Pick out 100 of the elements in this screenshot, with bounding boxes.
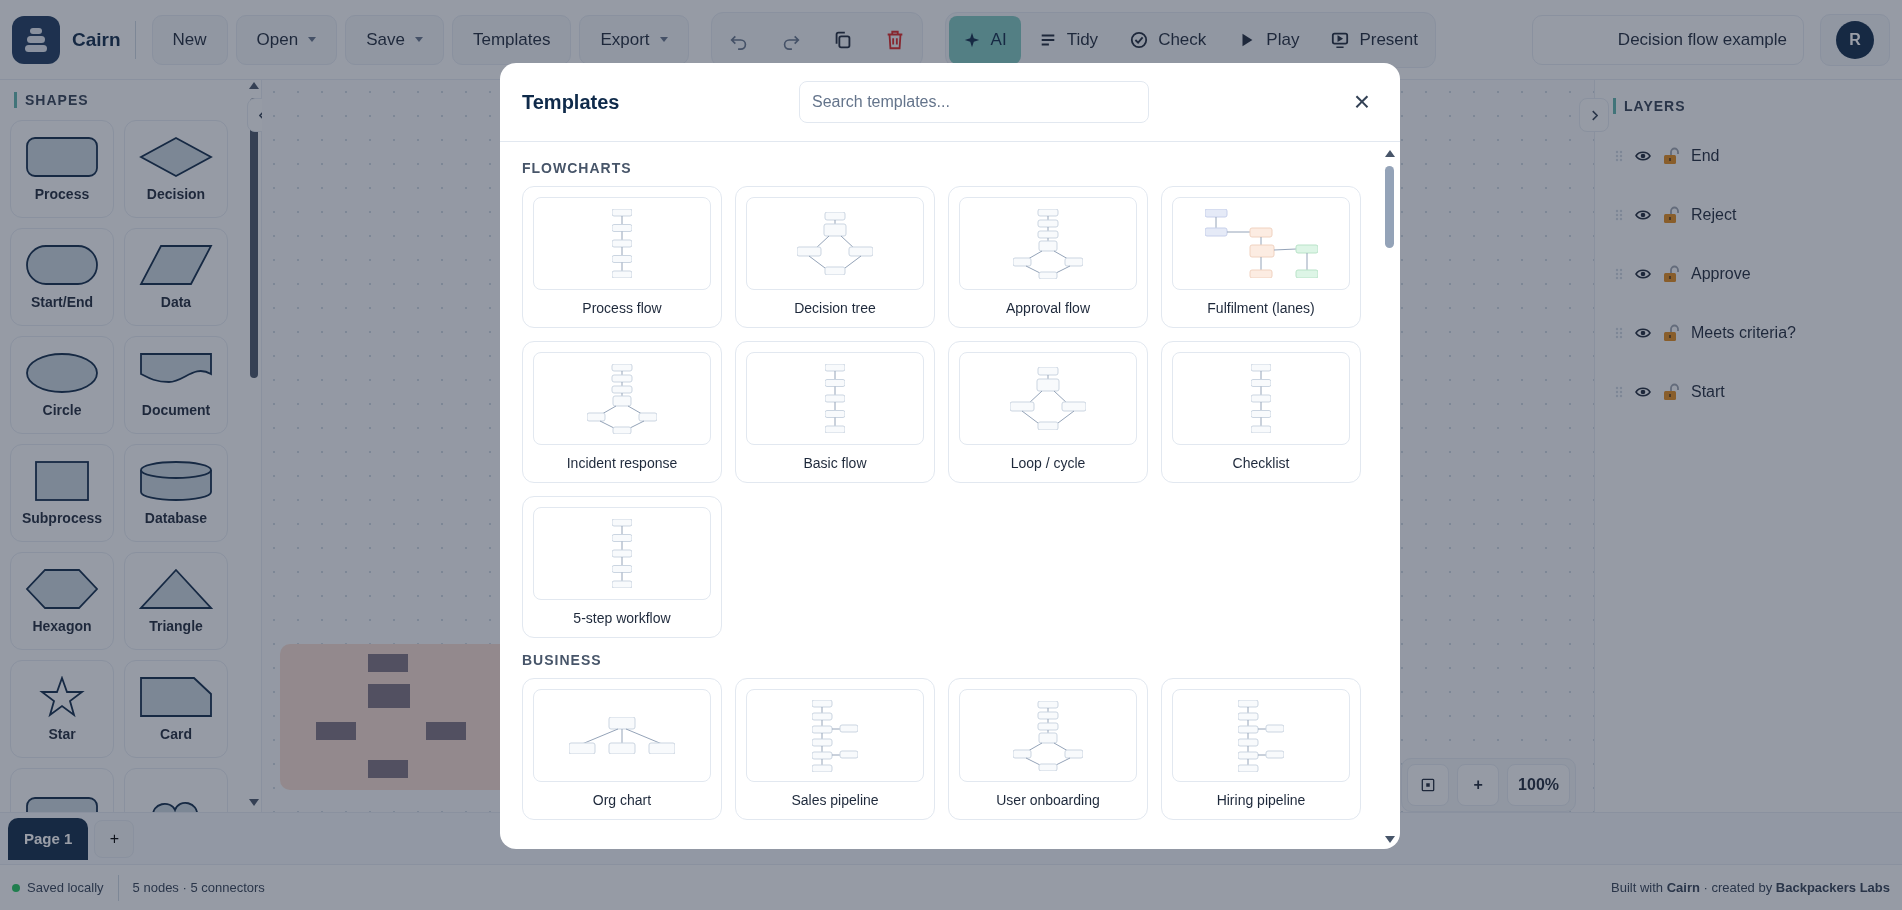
scroll-down-icon[interactable] — [249, 799, 259, 806]
minimap-node — [316, 722, 356, 740]
template-card[interactable]: Basic flow — [735, 341, 935, 483]
avatar: R — [1836, 20, 1874, 59]
section-heading: FLOWCHARTS — [522, 160, 633, 176]
template-card[interactable]: Checklist — [1161, 341, 1361, 483]
layer-name[interactable]: Reject — [1691, 205, 1737, 224]
search-field[interactable]: Search templates... — [799, 81, 1149, 123]
template-card[interactable]: Incident response — [522, 341, 722, 483]
scroll-down-icon[interactable] — [1385, 836, 1395, 843]
process-shape-icon — [25, 136, 99, 178]
layer-name[interactable]: Start — [1691, 382, 1725, 401]
template-card[interactable]: Process flow — [522, 186, 722, 328]
eye-icon[interactable] — [1635, 267, 1651, 280]
flowchart-preview-drawing — [1013, 208, 1083, 279]
avatar-button[interactable]: R — [1820, 13, 1890, 66]
shape-tile[interactable]: Triangle — [124, 552, 228, 650]
minimap-node — [368, 760, 408, 778]
minimap-node — [368, 684, 410, 708]
drag-handle-icon[interactable] — [1615, 326, 1623, 339]
shape-tile[interactable]: Start/End — [10, 228, 114, 326]
toolbar-button[interactable]: Open — [235, 14, 338, 65]
page-tab[interactable]: Page 1 — [8, 817, 89, 860]
toolbar-tab[interactable]: Present — [1317, 15, 1432, 64]
shape-tile[interactable]: Document — [124, 336, 228, 434]
template-card[interactable]: Decision tree — [735, 186, 935, 328]
eye-icon[interactable] — [1635, 385, 1651, 398]
circle-shape-icon — [25, 352, 99, 394]
scroll-up-icon[interactable] — [249, 82, 259, 89]
shape-tile[interactable]: Card — [124, 660, 228, 758]
drag-handle-icon[interactable] — [1615, 267, 1623, 280]
layer-name[interactable]: Approve — [1691, 264, 1751, 283]
document-title-field[interactable]: Decision flow example — [1532, 14, 1804, 65]
shape-tile[interactable]: Star — [10, 660, 114, 758]
panel-title: SHAPES — [14, 92, 237, 108]
drag-handle-icon[interactable] — [1615, 208, 1623, 221]
shape-tile[interactable]: Data — [124, 228, 228, 326]
flowchart-preview-drawing — [587, 363, 657, 434]
template-card[interactable]: 5-step workflow — [522, 496, 722, 638]
panel-title: LAYERS — [1613, 98, 1888, 114]
template-card[interactable]: Fulfilment (lanes) — [1161, 186, 1361, 328]
template-card[interactable]: Org chart — [522, 678, 722, 820]
zoom-in-button[interactable]: + — [1457, 764, 1500, 806]
eye-icon[interactable] — [1635, 149, 1651, 162]
layer-name[interactable]: Meets criteria? — [1691, 323, 1796, 342]
unlocked-lock-icon[interactable] — [1663, 146, 1679, 165]
template-card[interactable]: Sales pipeline — [735, 678, 935, 820]
template-card[interactable]: Loop / cycle — [948, 341, 1148, 483]
check-circle-icon — [1130, 30, 1149, 49]
template-card[interactable]: Approval flow — [948, 186, 1148, 328]
toolbar-button[interactable]: New — [151, 14, 228, 65]
caret-icon — [308, 37, 317, 42]
unlocked-lock-icon[interactable] — [1663, 264, 1679, 283]
unlocked-lock-icon[interactable] — [1663, 323, 1679, 342]
flowchart-preview-drawing — [1251, 364, 1271, 433]
save-status: Saved locally — [27, 880, 104, 895]
drag-handle-icon[interactable] — [1615, 149, 1623, 162]
layer-name[interactable]: End — [1691, 146, 1720, 165]
unlocked-lock-icon[interactable] — [1663, 205, 1679, 224]
flowchart-preview-drawing — [825, 364, 845, 433]
toolbar-button[interactable]: Export — [579, 14, 689, 65]
toolbar-tab[interactable]: Check — [1116, 15, 1221, 64]
unlocked-lock-icon[interactable] — [1663, 382, 1679, 401]
shape-tile[interactable]: Circle — [10, 336, 114, 434]
data-shape-icon — [139, 244, 213, 286]
node-count: 5 nodes · 5 connectors — [132, 880, 265, 895]
toolbar-button[interactable]: Save — [345, 14, 444, 65]
caret-icon — [659, 37, 668, 42]
card-shape-icon — [139, 676, 213, 718]
toolbar-tab[interactable]: Play — [1224, 15, 1314, 64]
template-card[interactable]: User onboarding — [948, 678, 1148, 820]
shape-tile[interactable]: Subprocess — [10, 444, 114, 542]
shape-tile[interactable]: Decision — [124, 120, 228, 218]
template-card[interactable]: Hiring pipeline — [1161, 678, 1361, 820]
close-button[interactable]: × — [1346, 86, 1378, 118]
zoom-level[interactable]: 100% — [1507, 764, 1570, 806]
flowchart-preview-drawing — [612, 519, 632, 588]
fit-button[interactable] — [1407, 764, 1450, 806]
caret-icon — [414, 37, 423, 42]
scroll-up-icon[interactable] — [1385, 150, 1395, 157]
chevron-right-icon — [1590, 109, 1598, 121]
triangle-shape-icon — [139, 568, 213, 610]
eye-icon[interactable] — [1635, 208, 1651, 221]
scrollbar-thumb[interactable] — [1385, 166, 1394, 248]
shape-tile[interactable]: Database — [124, 444, 228, 542]
terminal-shape-icon — [25, 244, 99, 286]
eye-icon[interactable] — [1635, 326, 1651, 339]
shape-tile[interactable]: Process — [10, 120, 114, 218]
shape-tile[interactable]: Hexagon — [10, 552, 114, 650]
status-dot — [12, 883, 20, 892]
drag-handle-icon[interactable] — [1615, 385, 1623, 398]
minimap-node — [368, 654, 408, 672]
add-page-button[interactable]: + — [94, 819, 135, 858]
screen-icon — [1331, 30, 1350, 49]
toolbar-tab[interactable]: Tidy — [1024, 15, 1113, 64]
toolbar-button[interactable]: Templates — [451, 14, 572, 65]
toolbar-tab[interactable]: AI — [948, 15, 1021, 64]
flowchart-preview-drawing — [612, 209, 632, 278]
app-name: Cairn — [72, 20, 136, 59]
fit-icon — [1421, 778, 1436, 792]
